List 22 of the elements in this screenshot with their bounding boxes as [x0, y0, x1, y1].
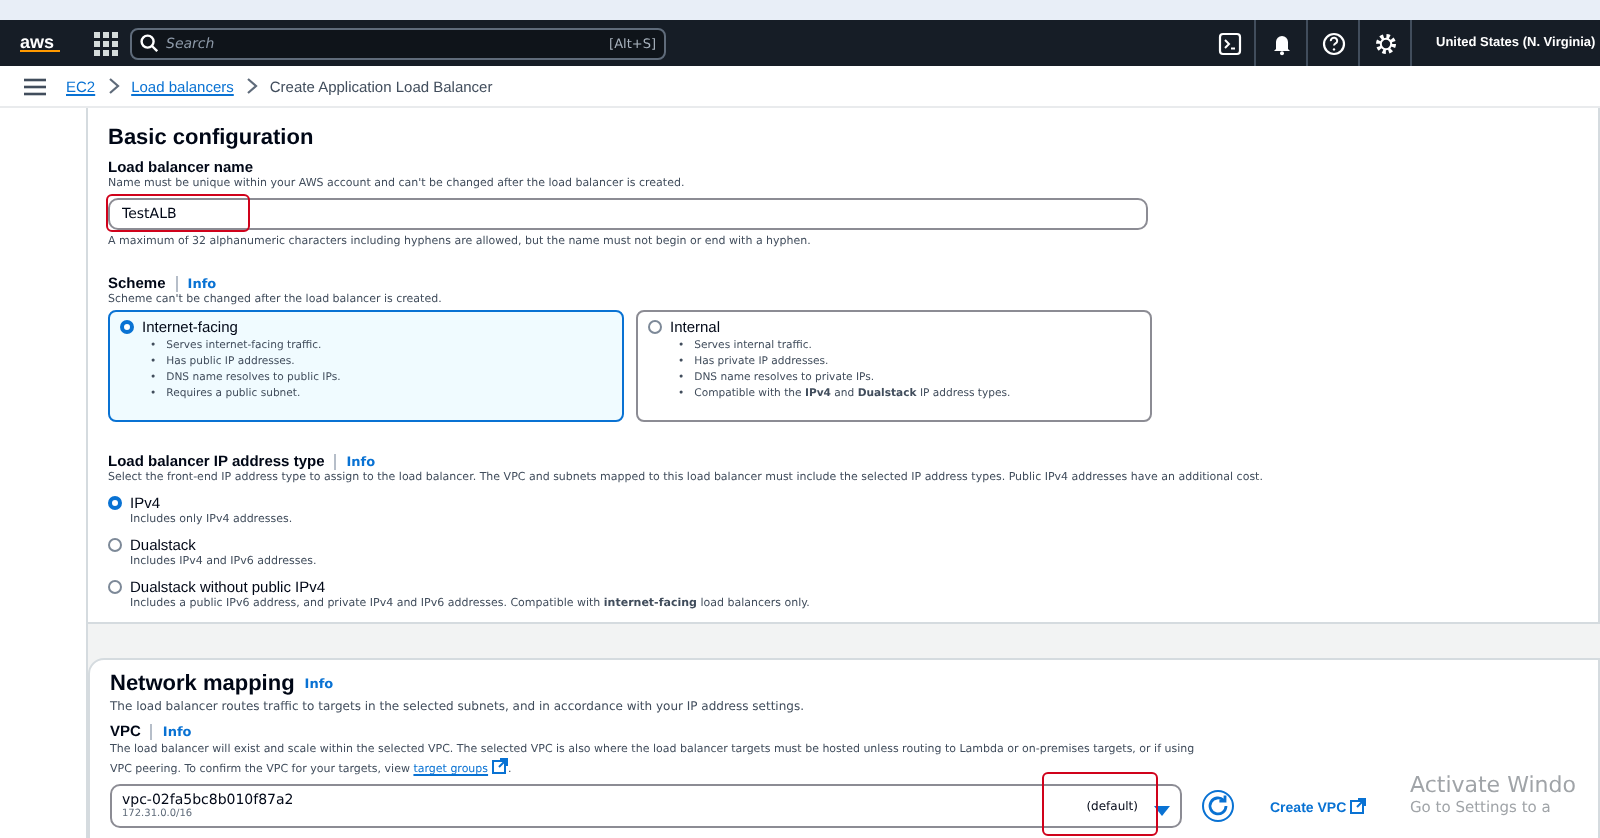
radio-button[interactable]	[108, 496, 122, 510]
terminal-icon[interactable]	[1217, 31, 1241, 55]
radio-button[interactable]	[108, 580, 122, 594]
grid-menu-icon[interactable]	[94, 31, 118, 55]
settings-icon[interactable]	[1373, 31, 1397, 55]
radio-button[interactable]	[120, 320, 134, 334]
chevron-right-icon[interactable]	[107, 78, 120, 94]
section-title: Basic configuration	[108, 126, 314, 150]
search-icon[interactable]	[140, 34, 158, 52]
caret-down-icon[interactable]	[1154, 805, 1170, 817]
menu-icon[interactable]	[24, 77, 46, 95]
refresh-button[interactable]	[1202, 790, 1234, 822]
activation-notice-title: Activate Windo	[1410, 772, 1576, 798]
section-title: Network mapping	[110, 672, 295, 696]
help-icon[interactable]	[1321, 31, 1345, 55]
external-link-icon[interactable]	[1350, 797, 1367, 813]
aws-logo[interactable]: aws	[20, 34, 60, 52]
radio-button[interactable]	[108, 538, 122, 552]
external-link-icon[interactable]	[492, 758, 509, 774]
radio-button[interactable]	[648, 320, 662, 334]
chevron-right-icon[interactable]	[245, 78, 258, 94]
bell-icon[interactable]	[1269, 31, 1293, 55]
